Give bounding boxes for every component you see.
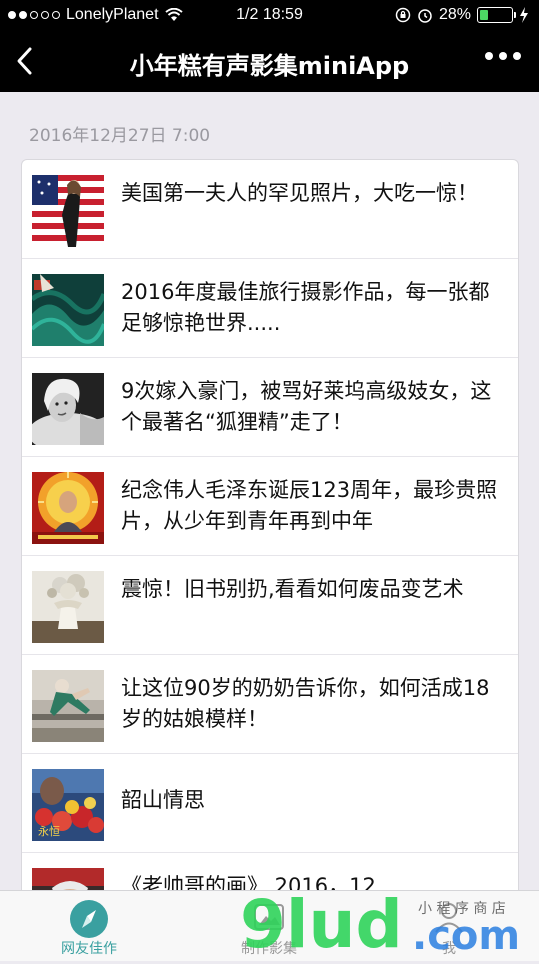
article-thumbnail-paper-art [32, 571, 104, 643]
list-item[interactable]: 永恒 韶山情思 [22, 754, 518, 853]
publish-timestamp: 2016年12月27日 7:00 [29, 126, 211, 146]
navigation-bar: 小年糕有声影集miniApp [0, 30, 539, 92]
svg-text:永恒: 永恒 [38, 824, 60, 838]
list-item[interactable]: 2016年度最佳旅行摄影作品，每一张都足够惊艳世界..... [22, 259, 518, 358]
list-item[interactable]: 震惊！旧书别扔,看看如何废品变艺术 [22, 556, 518, 655]
article-title: 韶山情思 [121, 788, 205, 812]
status-bar: LonelyPlanet 1/2 18:59 28% [0, 0, 539, 30]
article-title: 震惊！旧书别扔,看看如何废品变艺术 [121, 577, 464, 601]
tab-make-album[interactable]: 制作影集 [199, 891, 339, 961]
charging-icon [520, 7, 528, 23]
compass-icon [70, 900, 108, 938]
page-title: 小年糕有声影集miniApp [129, 52, 410, 80]
battery-icon [477, 7, 516, 23]
article-title: 2016年度最佳旅行摄影作品，每一张都足够惊艳世界..... [121, 280, 490, 335]
tab-me[interactable]: 我 [379, 891, 519, 961]
article-thumbnail-gymnast [32, 670, 104, 742]
article-thumbnail-portrait [32, 373, 104, 445]
article-title: 美国第一夫人的罕见照片，大吃一惊！ [121, 181, 478, 205]
article-thumbnail-flowers: 永恒 [32, 769, 104, 841]
album-icon [254, 904, 284, 930]
person-icon [435, 903, 463, 933]
list-item[interactable]: 9次嫁入豪门，被骂好莱坞高级妓女，这个最著名“狐狸精”走了！ [22, 358, 518, 457]
rotation-lock-icon [395, 7, 411, 23]
more-dots-icon [485, 52, 493, 60]
tab-label: 网友佳作 [61, 941, 117, 957]
tab-label: 制作影集 [241, 941, 297, 957]
article-list: 美国第一夫人的罕见照片，大吃一惊！ 2016年度最佳旅行摄影作品，每一张都足够惊… [21, 159, 519, 921]
article-title: 9次嫁入豪门，被骂好莱坞高级妓女，这个最著名“狐狸精”走了！ [121, 379, 492, 434]
article-title: 让这位90岁的奶奶告诉你，如何活成18岁的姑娘模样！ [121, 676, 490, 731]
tab-bar: 网友佳作 制作影集 我 [0, 890, 539, 961]
list-item[interactable]: 让这位90岁的奶奶告诉你，如何活成18岁的姑娘模样！ [22, 655, 518, 754]
article-thumbnail-textile [32, 274, 104, 346]
tab-community-works[interactable]: 网友佳作 [19, 891, 159, 961]
tab-label: 我 [442, 941, 456, 957]
battery-percent: 28% [438, 6, 471, 23]
status-right: 28% [395, 6, 529, 24]
alarm-icon [418, 9, 432, 23]
list-item[interactable]: 美国第一夫人的罕见照片，大吃一惊！ [22, 160, 518, 259]
list-item[interactable]: 纪念伟人毛泽东诞辰123周年，最珍贵照片，从少年到青年再到中年 [22, 457, 518, 556]
article-thumbnail-flag [32, 175, 104, 247]
more-button[interactable] [485, 52, 521, 60]
article-thumbnail-poster [32, 472, 104, 544]
article-title: 纪念伟人毛泽东诞辰123周年，最珍贵照片，从少年到青年再到中年 [121, 478, 498, 533]
